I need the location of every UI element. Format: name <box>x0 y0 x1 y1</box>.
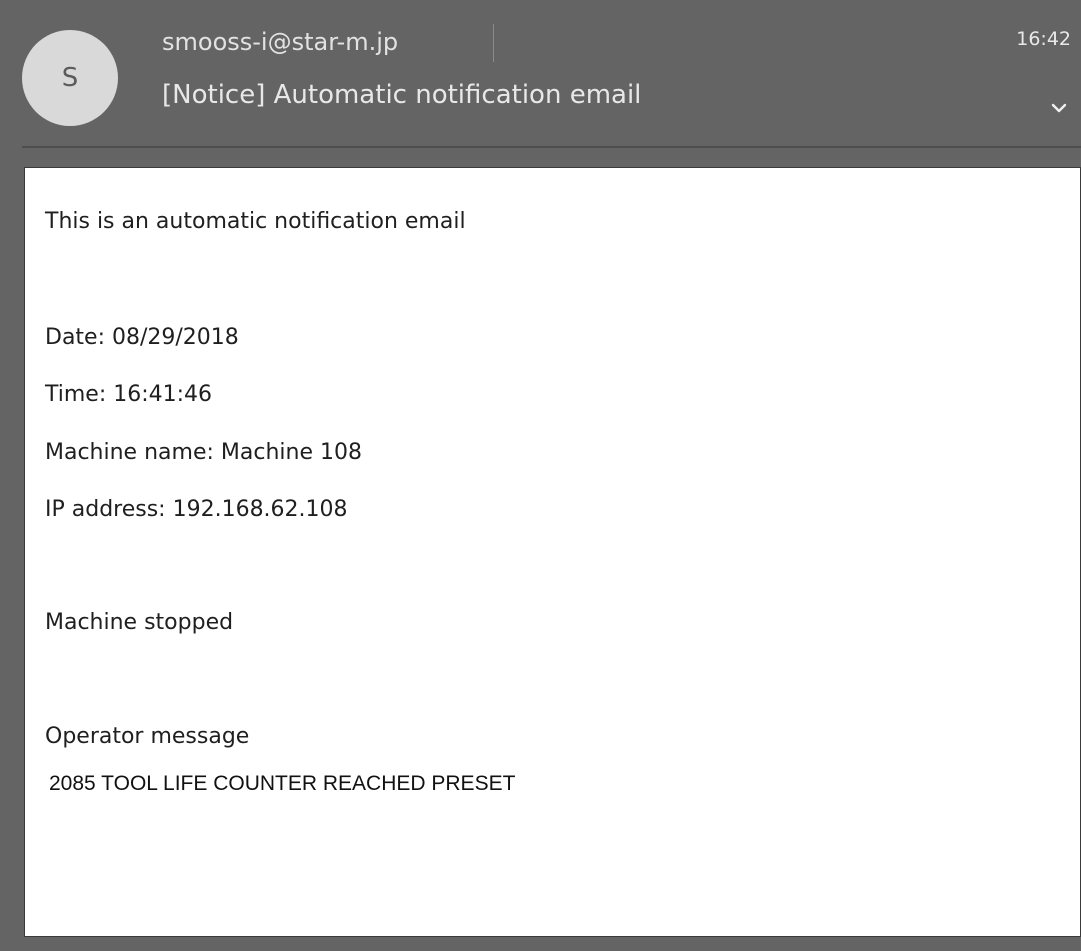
ip-address-line: IP address: 192.168.62.108 <box>45 497 348 522</box>
avatar[interactable]: S <box>22 30 118 126</box>
received-time: 16:42 <box>1016 28 1071 50</box>
header-separator <box>22 146 1081 148</box>
email-subject: [Notice] Automatic notification email <box>162 80 642 110</box>
header-divider <box>493 24 494 62</box>
operator-message-label: Operator message <box>45 724 250 749</box>
email-reading-pane: S smooss-i@star-m.jp 16:42 [Notice] Auto… <box>0 0 1081 951</box>
machine-name-line: Machine name: Machine 108 <box>45 440 362 465</box>
chevron-down-icon[interactable] <box>1047 96 1071 120</box>
message-header: S smooss-i@star-m.jp 16:42 [Notice] Auto… <box>0 0 1081 148</box>
sender-address[interactable]: smooss-i@star-m.jp <box>162 26 398 58</box>
operator-message-text: 2085 TOOL LIFE COUNTER REACHED PRESET <box>49 772 516 795</box>
date-line: Date: 08/29/2018 <box>45 325 239 350</box>
time-line: Time: 16:41:46 <box>45 382 213 407</box>
intro-text: This is an automatic notification email <box>45 209 466 234</box>
status-line: Machine stopped <box>45 610 234 635</box>
message-body: This is an automatic notification email … <box>24 167 1081 937</box>
